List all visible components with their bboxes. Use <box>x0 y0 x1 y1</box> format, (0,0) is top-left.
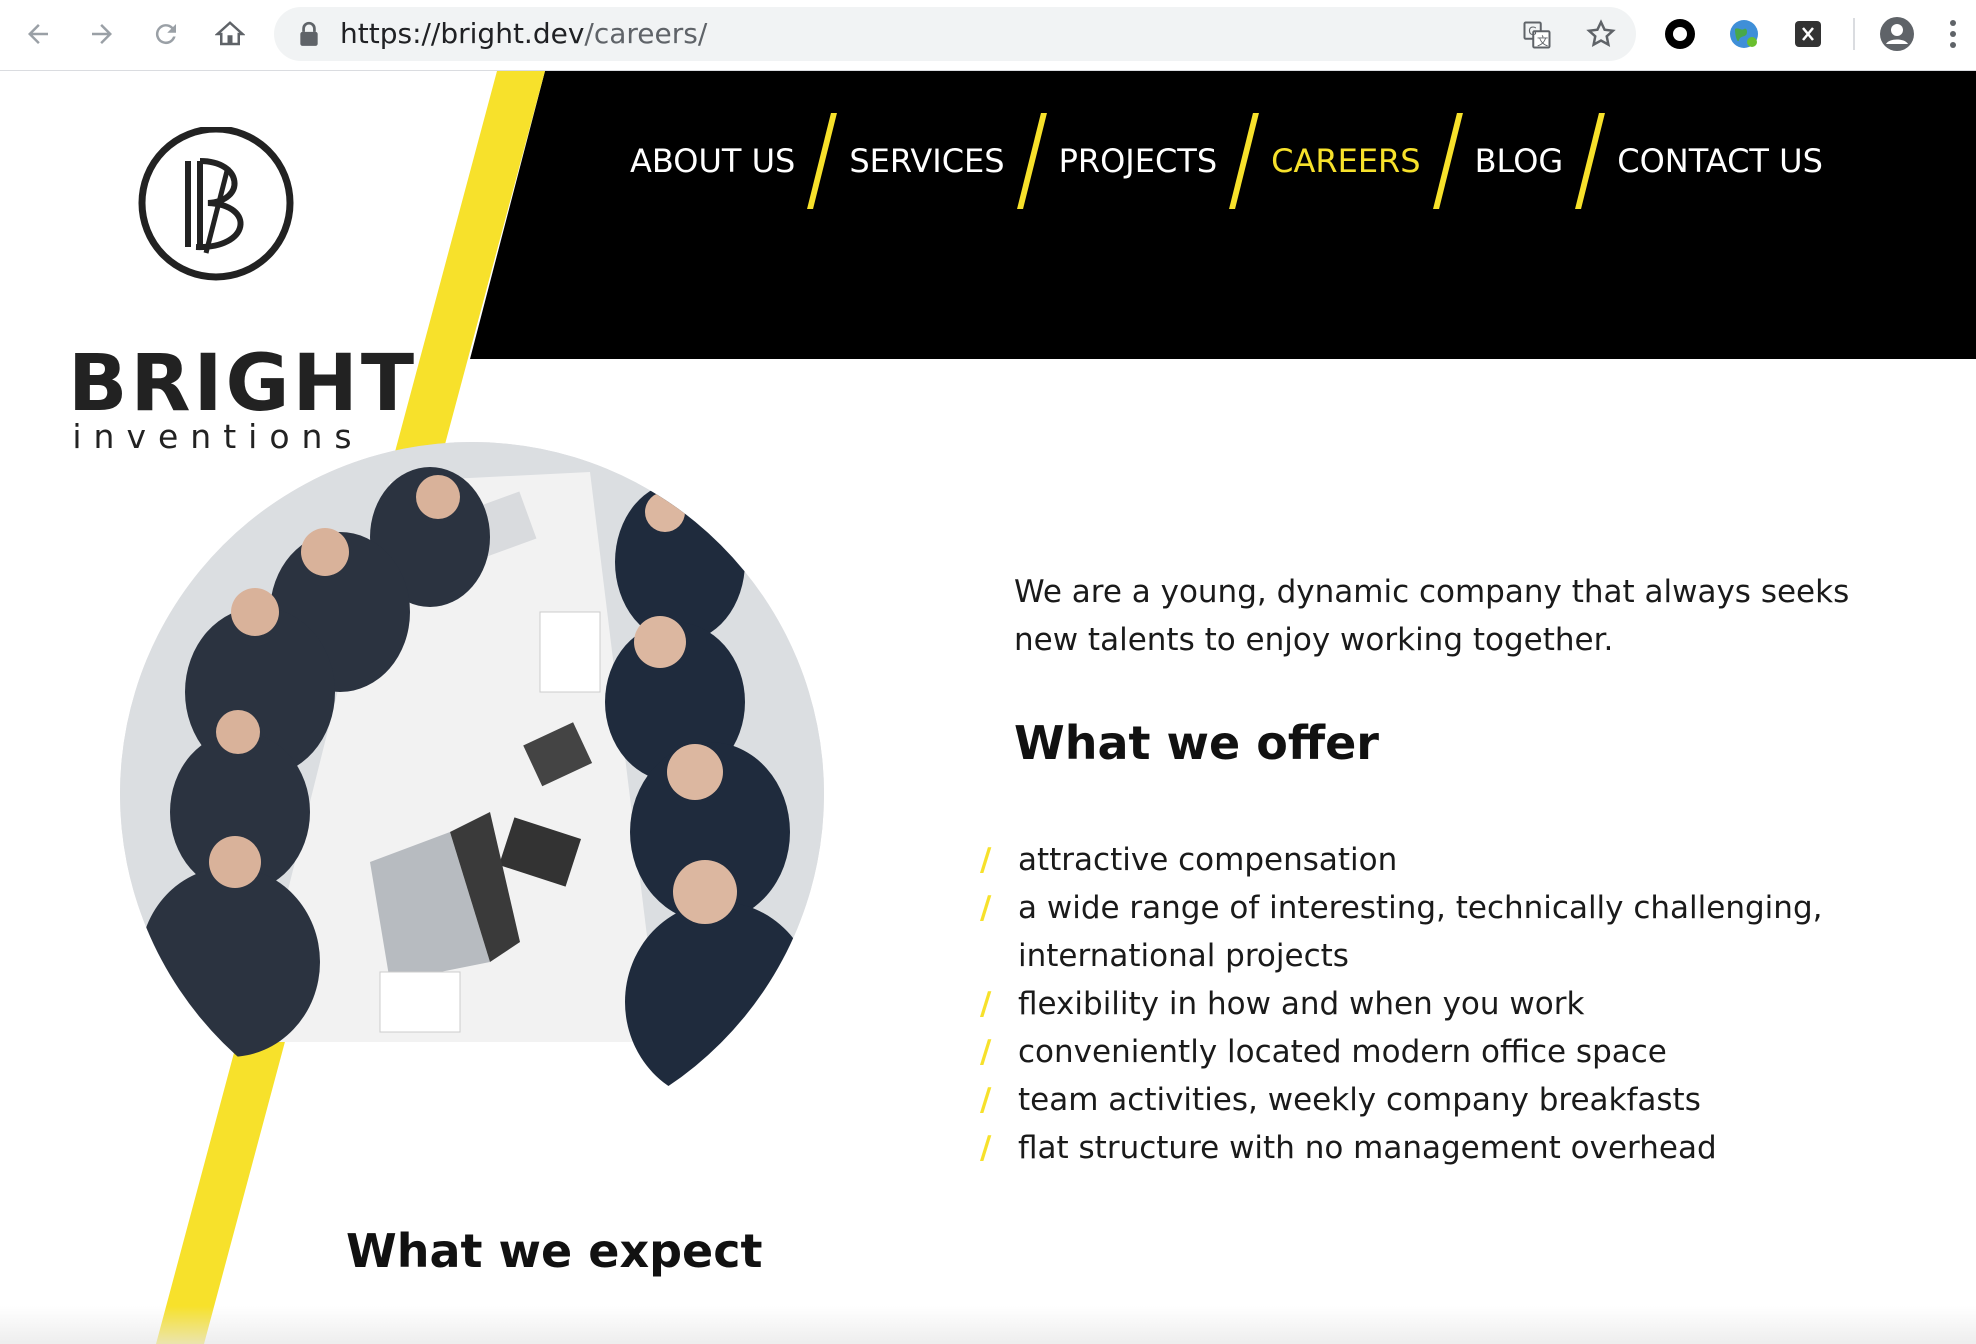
team-photo <box>120 442 824 1102</box>
lock-icon <box>298 21 320 52</box>
nav-blog[interactable]: BLOG <box>1475 142 1564 180</box>
careers-intro: We are a young, dynamic company that alw… <box>1014 574 1850 658</box>
offer-item: / conveniently located modern office spac… <box>976 1028 1936 1076</box>
offer-item: / a wide range of interesting, technicall… <box>976 884 1936 980</box>
nav-contact-us[interactable]: CONTACT US <box>1617 142 1823 180</box>
browser-toolbar: https://bright.dev/careers/ G文 <box>0 0 1976 71</box>
slash-bullet-icon: / <box>980 1034 992 1070</box>
offer-item: / flat structure with no management overh… <box>976 1124 1936 1172</box>
address-bar[interactable]: https://bright.dev/careers/ G文 <box>274 7 1636 61</box>
globe-extension-icon[interactable] <box>1724 14 1764 54</box>
nav-separator <box>1575 113 1606 209</box>
offer-heading: What we offer <box>1014 716 1379 770</box>
nav-services[interactable]: SERVICES <box>849 142 1004 180</box>
toolbar-divider <box>1853 18 1855 50</box>
profile-icon[interactable] <box>1877 14 1917 54</box>
site-logo[interactable]: BRIGHT inventions <box>68 125 414 455</box>
slash-bullet-icon: / <box>980 842 992 878</box>
x-extension-icon[interactable] <box>1788 14 1828 54</box>
forward-arrow-icon[interactable] <box>82 14 122 54</box>
offer-item: / team activities, weekly company breakfa… <box>976 1076 1936 1124</box>
svg-text:G: G <box>1528 25 1537 38</box>
nav-separator <box>807 113 838 209</box>
nav-separator <box>1432 113 1463 209</box>
slash-bullet-icon: / <box>980 1082 992 1118</box>
page-bottom-shadow <box>0 1306 1976 1344</box>
careers-page: BRIGHT inventions ABOUT US SERVICES PROJ… <box>0 71 1976 1344</box>
nav-separator <box>1229 113 1260 209</box>
offer-item: / flexibility in how and when you work <box>976 980 1936 1028</box>
url-text: https://bright.dev/careers/ <box>340 17 708 50</box>
expect-heading: What we expect <box>346 1224 763 1278</box>
star-icon[interactable] <box>1586 19 1616 54</box>
circle-extension-icon[interactable] <box>1660 14 1700 54</box>
nav-separator <box>1016 113 1047 209</box>
home-icon[interactable] <box>210 14 250 54</box>
menu-dots-icon[interactable] <box>1938 14 1968 54</box>
back-arrow-icon[interactable] <box>18 14 58 54</box>
slash-bullet-icon: / <box>980 986 992 1022</box>
offer-list: / attractive compensation / a wide range o… <box>976 836 1936 1172</box>
slash-bullet-icon: / <box>980 890 992 926</box>
nav-careers[interactable]: CAREERS <box>1271 142 1420 180</box>
slash-bullet-icon: / <box>980 1130 992 1166</box>
reload-icon[interactable] <box>146 14 186 54</box>
logo-wordmark: BRIGHT <box>68 339 418 429</box>
nav-about-us[interactable]: ABOUT US <box>630 142 795 180</box>
nav-projects[interactable]: PROJECTS <box>1059 142 1218 180</box>
offer-item: / attractive compensation <box>976 836 1936 884</box>
translate-icon[interactable]: G文 <box>1522 20 1552 55</box>
logo-monogram-icon <box>138 125 294 281</box>
svg-text:文: 文 <box>1537 34 1548 48</box>
main-navigation: ABOUT US SERVICES PROJECTS CAREERS BLOG … <box>630 113 1823 209</box>
